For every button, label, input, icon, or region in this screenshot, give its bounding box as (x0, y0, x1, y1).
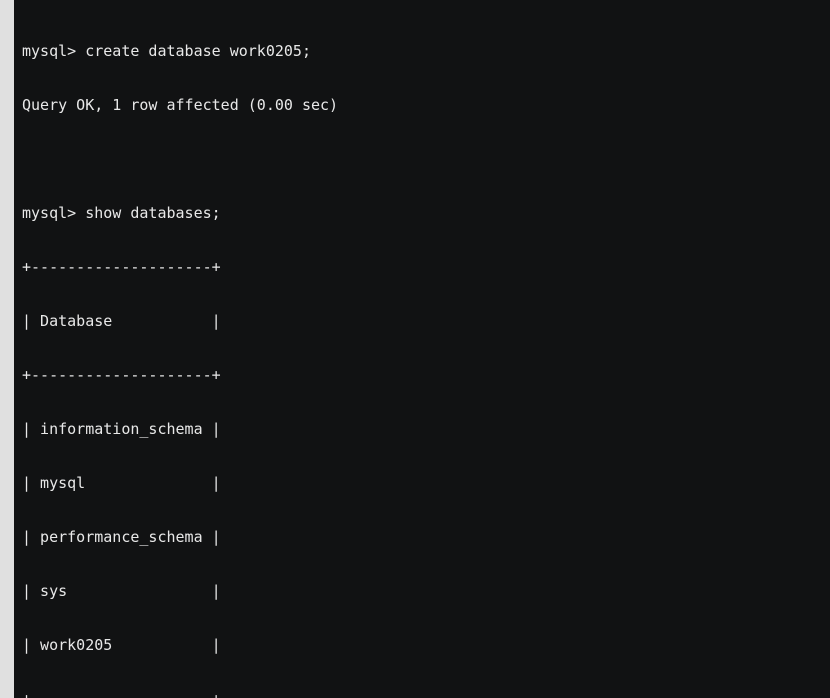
mysql-terminal[interactable]: mysql> create database work0205; Query O… (14, 0, 830, 698)
window-frame: mysql> create database work0205; Query O… (0, 0, 830, 698)
terminal-line: | Database | (22, 312, 822, 330)
left-gutter (0, 0, 14, 698)
terminal-line: +--------------------+ (22, 690, 822, 698)
terminal-line: | information_schema | (22, 420, 822, 438)
terminal-line: +--------------------+ (22, 366, 822, 384)
terminal-line: mysql> show databases; (22, 204, 822, 222)
terminal-line: Query OK, 1 row affected (0.00 sec) (22, 96, 822, 114)
terminal-line: | sys | (22, 582, 822, 600)
terminal-line: +--------------------+ (22, 258, 822, 276)
terminal-line (22, 150, 822, 168)
terminal-line: mysql> create database work0205; (22, 42, 822, 60)
terminal-line: | work0205 | (22, 636, 822, 654)
terminal-line: | mysql | (22, 474, 822, 492)
terminal-line: | performance_schema | (22, 528, 822, 546)
